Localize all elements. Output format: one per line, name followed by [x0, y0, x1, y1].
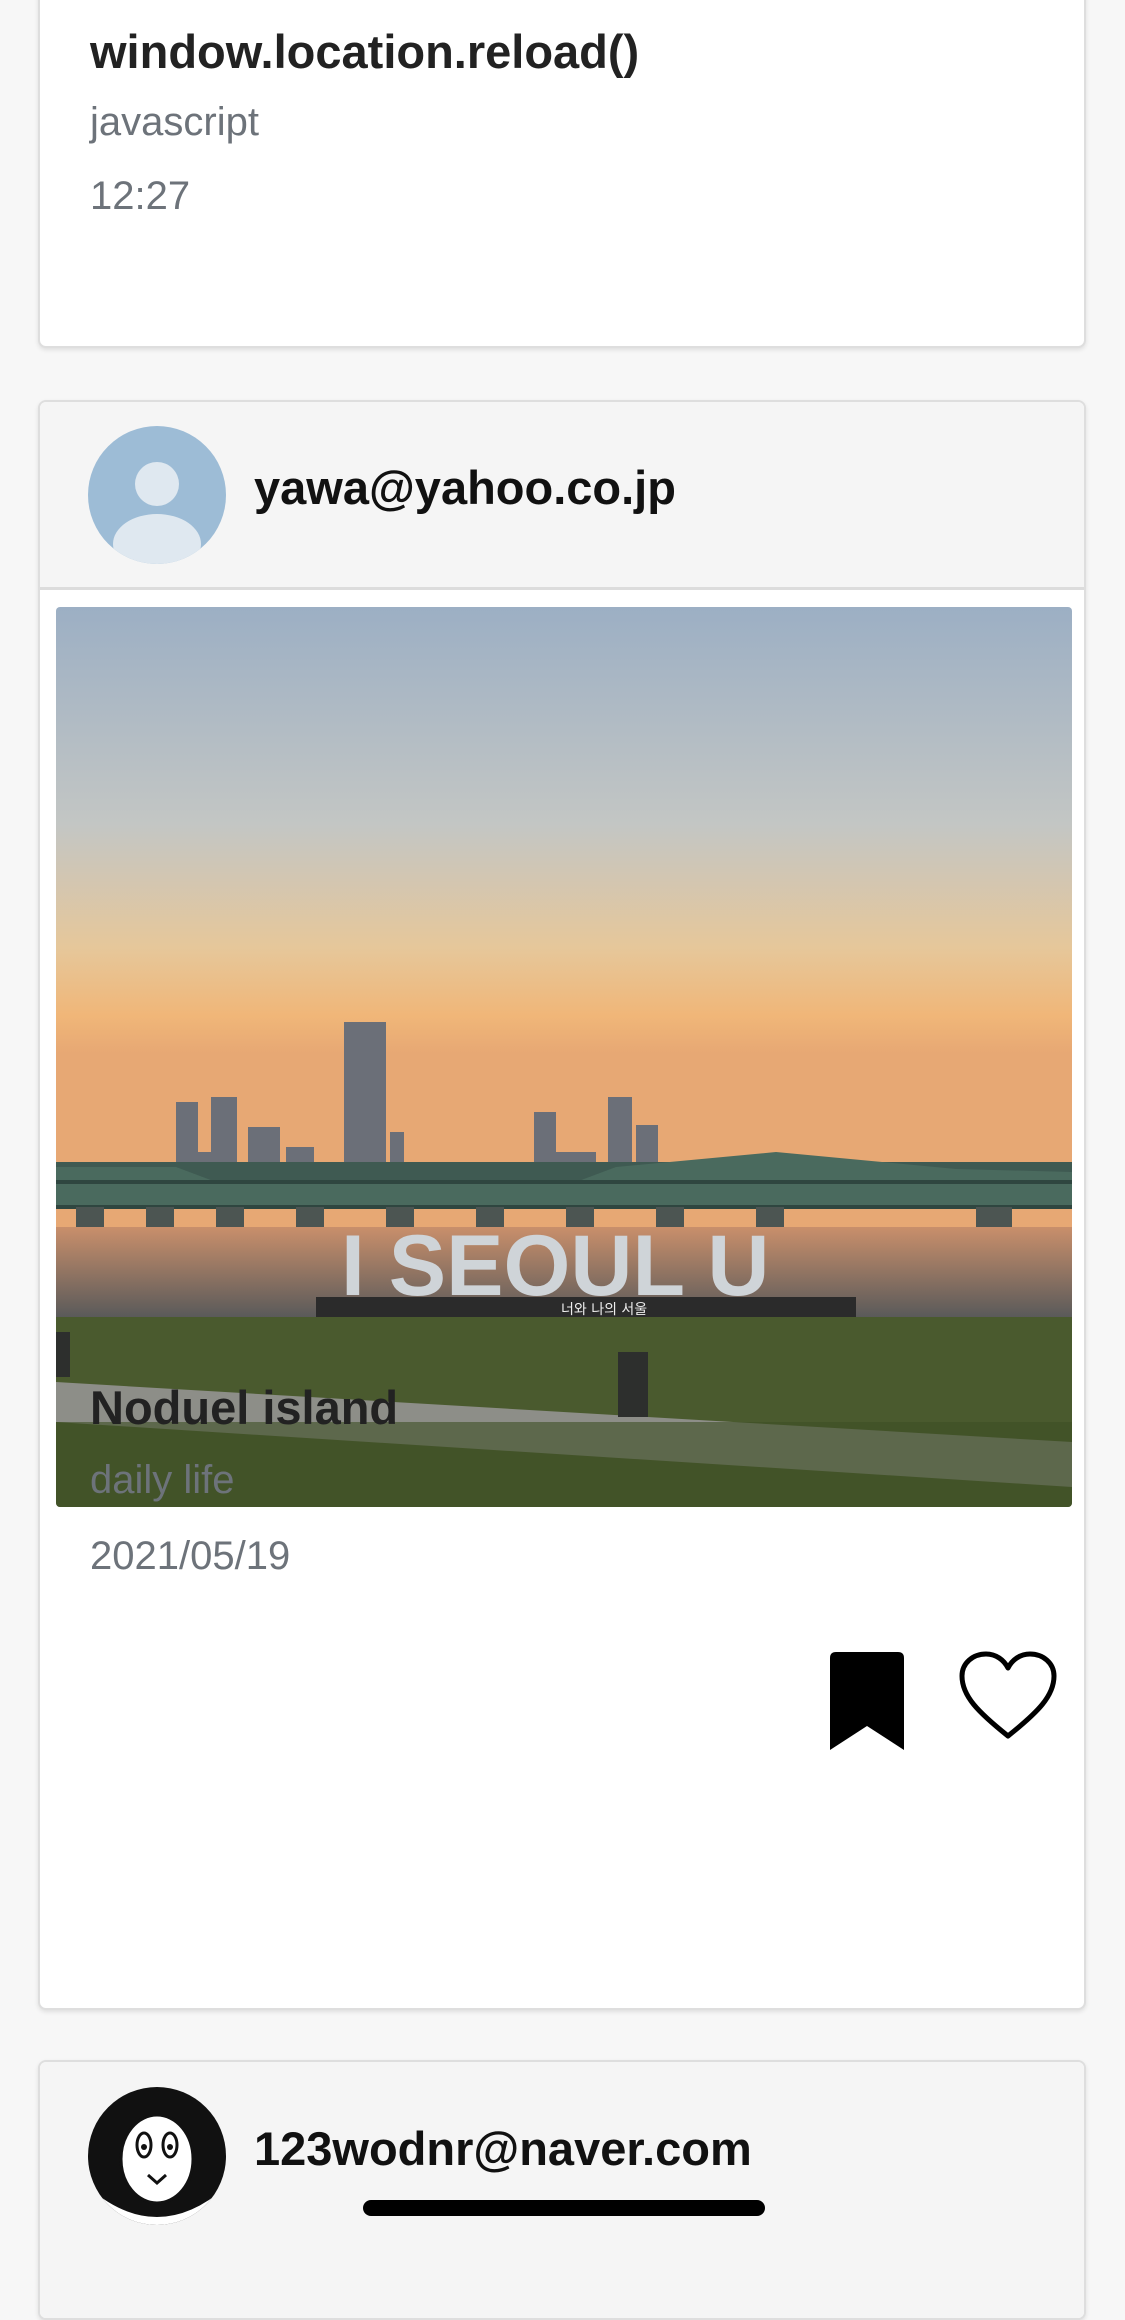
post-card[interactable]: window.location.reload() javascript 12:2…: [38, 0, 1086, 348]
post-title[interactable]: Noduel island: [90, 1380, 398, 1435]
avatar-cartoon-icon[interactable]: [88, 2087, 226, 2225]
bookmark-icon[interactable]: [830, 1652, 904, 1755]
svg-text:너와 나의 서울: 너와 나의 서울: [561, 1302, 647, 1318]
post-category: javascript: [90, 100, 259, 144]
post-author[interactable]: yawa@yahoo.co.jp: [254, 460, 676, 515]
home-indicator[interactable]: [363, 2200, 765, 2216]
avatar-default-user-icon[interactable]: [88, 426, 226, 564]
post-title[interactable]: window.location.reload(): [90, 24, 639, 79]
post-card[interactable]: yawa@yahoo.co.jp I SEOUL U 너와 나의 서울 Nodu…: [38, 400, 1086, 2010]
post-photo[interactable]: I SEOUL U 너와 나의 서울: [56, 607, 1072, 1507]
heart-icon[interactable]: [958, 1650, 1058, 1747]
post-category: daily life: [90, 1458, 235, 1502]
svg-text:I SEOUL U: I SEOUL U: [341, 1218, 770, 1314]
post-card[interactable]: 123wodnr@naver.com: [38, 2060, 1086, 2320]
post-author[interactable]: 123wodnr@naver.com: [254, 2121, 752, 2176]
post-date: 2021/05/19: [90, 1534, 291, 1578]
post-header: 123wodnr@naver.com: [40, 2062, 1084, 2318]
post-header: yawa@yahoo.co.jp: [40, 402, 1084, 590]
post-date: 12:27: [90, 174, 191, 218]
